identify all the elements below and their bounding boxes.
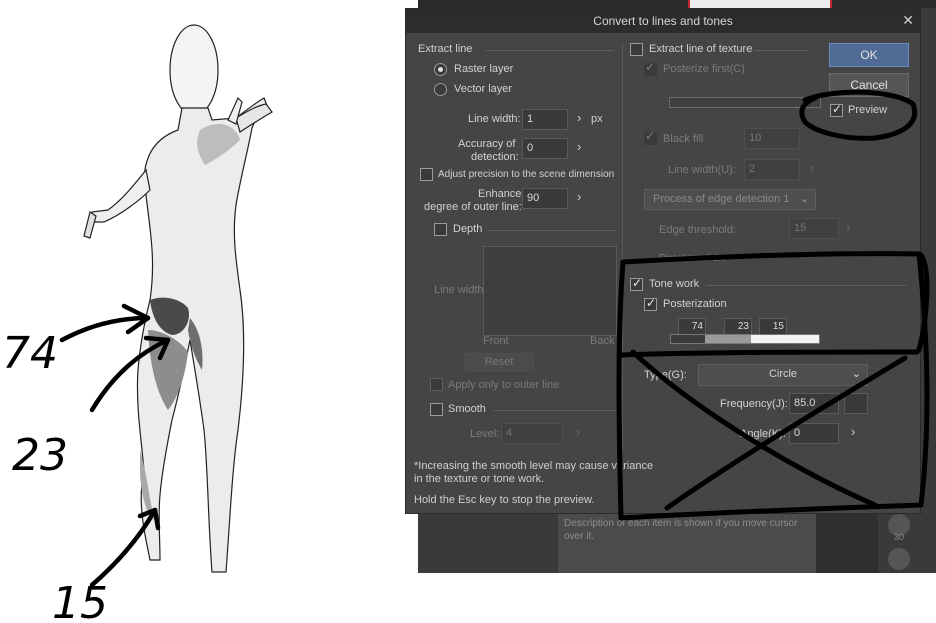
- accuracy-label-line1: Accuracy of: [458, 138, 516, 150]
- close-icon[interactable]: ✕: [902, 12, 914, 29]
- annotation-label-15: 15: [52, 578, 108, 623]
- depth-checkbox[interactable]: [434, 223, 447, 236]
- edge-threshold-input[interactable]: 15: [789, 218, 839, 239]
- chevron-down-icon: ⌄: [799, 193, 809, 205]
- edge-threshold-chevron-icon[interactable]: ›: [846, 219, 850, 234]
- smooth-note-line1: *Increasing the smooth level may cause v…: [414, 460, 654, 472]
- annotation-label-74: 74: [2, 328, 58, 379]
- section-rule: [754, 50, 808, 51]
- raster-layer-radio[interactable]: [434, 63, 447, 76]
- smooth-checkbox[interactable]: [430, 403, 443, 416]
- depth-line-width-label: Line width: [434, 284, 484, 296]
- background-top-strip: [418, 0, 936, 8]
- esc-note: Hold the Esc key to stop the preview.: [414, 494, 595, 506]
- black-fill-input[interactable]: 10: [744, 128, 800, 149]
- tone-handle-2-icon[interactable]: ︿: [742, 342, 753, 358]
- edge-detection-dropdown[interactable]: Process of edge detection 1 ⌄: [644, 189, 816, 210]
- type-value: Circle: [768, 368, 798, 380]
- raster-layer-label: Raster layer: [454, 63, 514, 75]
- posterization-checkbox[interactable]: [644, 296, 657, 311]
- tone-level-1[interactable]: 74: [678, 318, 706, 335]
- column-divider: [622, 43, 623, 453]
- posterization-label: Posterization: [663, 298, 727, 310]
- texture-line-width-label: Line width(U):: [668, 164, 736, 176]
- texture-line-width-input[interactable]: 2: [744, 159, 800, 180]
- line-width-unit: px: [591, 113, 603, 125]
- accuracy-label-line2: detection:: [471, 151, 519, 163]
- line-width-label: Line width:: [468, 113, 521, 125]
- tone-handle-1-icon[interactable]: ︿: [696, 342, 707, 358]
- reset-button[interactable]: Reset: [464, 353, 534, 371]
- enhancement-input[interactable]: 90: [522, 188, 568, 209]
- adjust-precision-checkbox[interactable]: [420, 168, 433, 181]
- posterize-first-checkbox[interactable]: [644, 60, 657, 76]
- texture-line-width-chevron-icon[interactable]: ›: [810, 160, 814, 175]
- tone-level-2[interactable]: 23: [724, 318, 752, 335]
- annotation-labels: 74 23 15: [2, 328, 108, 623]
- extract-texture-label: Extract line of texture: [649, 43, 753, 55]
- level-label: Level:: [470, 428, 500, 440]
- posterize-first-label: Posterize first(C): [663, 63, 745, 75]
- vector-layer-radio[interactable]: [434, 83, 447, 96]
- tone-work-checkbox[interactable]: [630, 276, 643, 291]
- adjust-precision-label: Adjust precision to the scene dimension: [438, 169, 615, 180]
- side-number: 30: [894, 532, 905, 542]
- level-input[interactable]: 4: [501, 423, 563, 444]
- preview-checkbox[interactable]: [830, 102, 843, 117]
- line-width-chevron-icon[interactable]: ›: [577, 110, 581, 125]
- extract-texture-checkbox[interactable]: [630, 43, 643, 56]
- black-fill-checkbox[interactable]: [644, 129, 657, 145]
- section-rule: [494, 410, 616, 411]
- posterize-slider[interactable]: [669, 97, 821, 108]
- depth-back-label: Back: [590, 335, 615, 347]
- type-dropdown[interactable]: Circle ⌄: [698, 364, 868, 386]
- type-label: Type(G):: [644, 369, 687, 381]
- tone-level-3[interactable]: 15: [759, 318, 787, 335]
- figure-body: [83, 24, 273, 573]
- angle-chevron-icon[interactable]: ›: [851, 424, 855, 439]
- cancel-button[interactable]: Cancel: [829, 73, 909, 97]
- convert-dialog: Convert to lines and tones ✕ Extract lin…: [405, 8, 921, 514]
- smooth-label: Smooth: [448, 403, 486, 415]
- apply-outer-checkbox[interactable]: [430, 378, 443, 391]
- frequency-extra-button[interactable]: [844, 393, 868, 414]
- annotation-label-23: 23: [12, 430, 68, 481]
- frequency-input[interactable]: 85.0: [789, 393, 839, 414]
- section-rule: [706, 285, 906, 286]
- edge-detection-value: Process of edge detection 1: [653, 193, 790, 205]
- section-rule: [488, 230, 616, 231]
- depth-label: Depth: [453, 223, 483, 235]
- apply-outer-label: Apply only to outer line: [448, 379, 560, 391]
- tone-work-label: Tone work: [649, 278, 700, 290]
- frequency-label: Frequency(J):: [720, 398, 788, 410]
- line-width-input[interactable]: 1: [522, 109, 568, 130]
- dialog-title: Convert to lines and tones: [593, 14, 733, 28]
- side-circle-icon: [888, 548, 910, 570]
- enhancement-label-line2: degree of outer line:: [424, 201, 522, 213]
- enhancement-chevron-icon[interactable]: ›: [577, 189, 581, 204]
- accuracy-chevron-icon[interactable]: ›: [577, 139, 581, 154]
- background-side-column: [816, 513, 878, 573]
- accuracy-input[interactable]: 0: [522, 138, 568, 159]
- preview-label: Preview: [848, 104, 888, 116]
- edge-threshold-label: Edge threshold:: [659, 224, 737, 236]
- direction-label: Direction of d...: [659, 253, 727, 262]
- black-fill-label: Black fill: [663, 133, 704, 145]
- help-description-area: Description of each item is shown if you…: [558, 513, 816, 573]
- vector-layer-label: Vector layer: [454, 83, 513, 95]
- angle-label: Angle(K):: [740, 428, 786, 440]
- tone-handle-3-icon[interactable]: ︿: [778, 342, 789, 358]
- depth-curve-graph[interactable]: [483, 246, 617, 336]
- angle-input[interactable]: 0: [789, 423, 839, 444]
- figure-illustration: 74 23 15: [2, 24, 273, 623]
- chevron-down-icon: ⌄: [851, 368, 861, 380]
- smooth-note-line2: in the texture or tone work.: [414, 473, 545, 485]
- extract-line-header: Extract line: [418, 43, 473, 55]
- level-chevron-icon[interactable]: ›: [576, 424, 580, 439]
- depth-front-label: Front: [483, 335, 509, 347]
- section-rule: [486, 50, 614, 51]
- canvas-thumbnail: [688, 0, 832, 8]
- ok-button[interactable]: OK: [829, 43, 909, 67]
